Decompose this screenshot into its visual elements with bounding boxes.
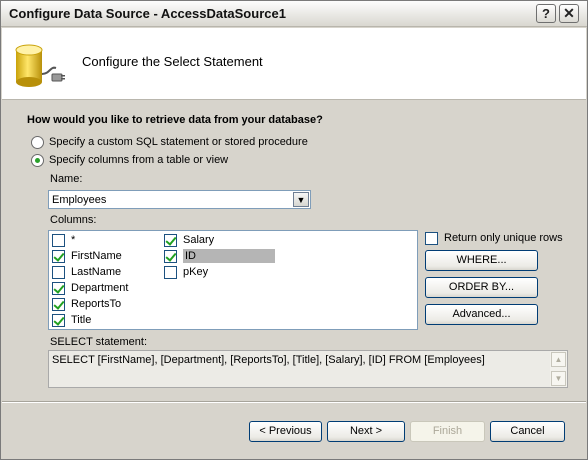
order-by-button[interactable]: ORDER BY...	[425, 277, 538, 298]
unique-rows-checkbox[interactable]	[425, 231, 438, 245]
column-label: Department	[71, 282, 129, 294]
column-label: FirstName	[71, 250, 122, 262]
column-item-firstname[interactable]: FirstName	[52, 249, 122, 263]
column-item-star[interactable]: *	[52, 233, 75, 247]
name-label: Name:	[50, 173, 83, 185]
column-label: ID	[183, 249, 275, 263]
table-name-value: Employees	[52, 194, 107, 206]
column-item-reportsto[interactable]: ReportsTo	[52, 297, 121, 311]
scroll-up-icon[interactable]: ▲	[551, 352, 566, 367]
cancel-button[interactable]: Cancel	[490, 421, 565, 442]
close-button[interactable]: ✕	[559, 4, 579, 23]
select-statement-box[interactable]: SELECT [FirstName], [Department], [Repor…	[48, 350, 568, 388]
checkbox[interactable]	[52, 233, 65, 247]
finish-button[interactable]: Finish	[410, 421, 485, 442]
checkbox[interactable]	[164, 249, 177, 263]
checkbox[interactable]	[52, 249, 65, 263]
custom-sql-label: Specify a custom SQL statement or stored…	[49, 136, 308, 148]
checkbox[interactable]	[52, 281, 65, 295]
column-item-id[interactable]: ID	[164, 249, 275, 263]
retrieve-question: How would you like to retrieve data from…	[27, 114, 323, 126]
advanced-button[interactable]: Advanced...	[425, 304, 538, 325]
column-label: LastName	[71, 266, 122, 278]
checkbox[interactable]	[52, 313, 65, 327]
title-bar[interactable]: Configure Data Source - AccessDataSource…	[1, 1, 587, 27]
chevron-down-icon[interactable]: ▼	[293, 192, 309, 207]
checkbox[interactable]	[52, 265, 65, 279]
where-button[interactable]: WHERE...	[425, 250, 538, 271]
next-button[interactable]: Next >	[327, 421, 405, 442]
column-label: Salary	[183, 234, 215, 246]
database-plug-icon	[15, 44, 65, 87]
page-title: Configure the Select Statement	[82, 54, 263, 69]
scroll-down-icon[interactable]: ▼	[551, 371, 566, 386]
columns-from-table-label: Specify columns from a table or view	[49, 154, 229, 166]
column-label: pKey	[183, 266, 209, 278]
custom-sql-radio[interactable]	[31, 135, 44, 149]
window-title: Configure Data Source - AccessDataSource…	[9, 6, 286, 21]
select-statement-text: SELECT [FirstName], [Department], [Repor…	[52, 354, 485, 366]
columns-from-table-option[interactable]: Specify columns from a table or view	[31, 153, 228, 167]
column-item-title[interactable]: Title	[52, 313, 91, 327]
help-button[interactable]: ?	[536, 4, 556, 23]
custom-sql-option[interactable]: Specify a custom SQL statement or stored…	[31, 135, 308, 149]
column-item-pkey[interactable]: pKey	[164, 265, 208, 279]
footer-divider	[2, 401, 586, 403]
columns-list: * FirstName LastName Department ReportsT…	[48, 230, 418, 330]
columns-from-table-radio[interactable]	[31, 153, 44, 167]
unique-rows-label: Return only unique rows	[444, 232, 563, 244]
wizard-header: Configure the Select Statement	[2, 28, 586, 100]
previous-button[interactable]: < Previous	[249, 421, 322, 442]
select-statement-label: SELECT statement:	[50, 336, 148, 348]
column-label: ReportsTo	[71, 298, 122, 310]
column-item-salary[interactable]: Salary	[164, 233, 214, 247]
checkbox[interactable]	[52, 297, 65, 311]
column-label: Title	[71, 314, 92, 326]
unique-rows-option[interactable]: Return only unique rows	[425, 231, 563, 245]
configure-data-source-dialog: Configure Data Source - AccessDataSource…	[0, 0, 588, 460]
column-item-department[interactable]: Department	[52, 281, 128, 295]
column-label: *	[71, 234, 76, 246]
column-item-lastname[interactable]: LastName	[52, 265, 121, 279]
checkbox[interactable]	[164, 265, 177, 279]
checkbox[interactable]	[164, 233, 177, 247]
statement-scrollbar[interactable]: ▲ ▼	[550, 351, 567, 387]
table-name-select[interactable]: Employees ▼	[48, 190, 311, 209]
columns-label: Columns:	[50, 214, 97, 226]
